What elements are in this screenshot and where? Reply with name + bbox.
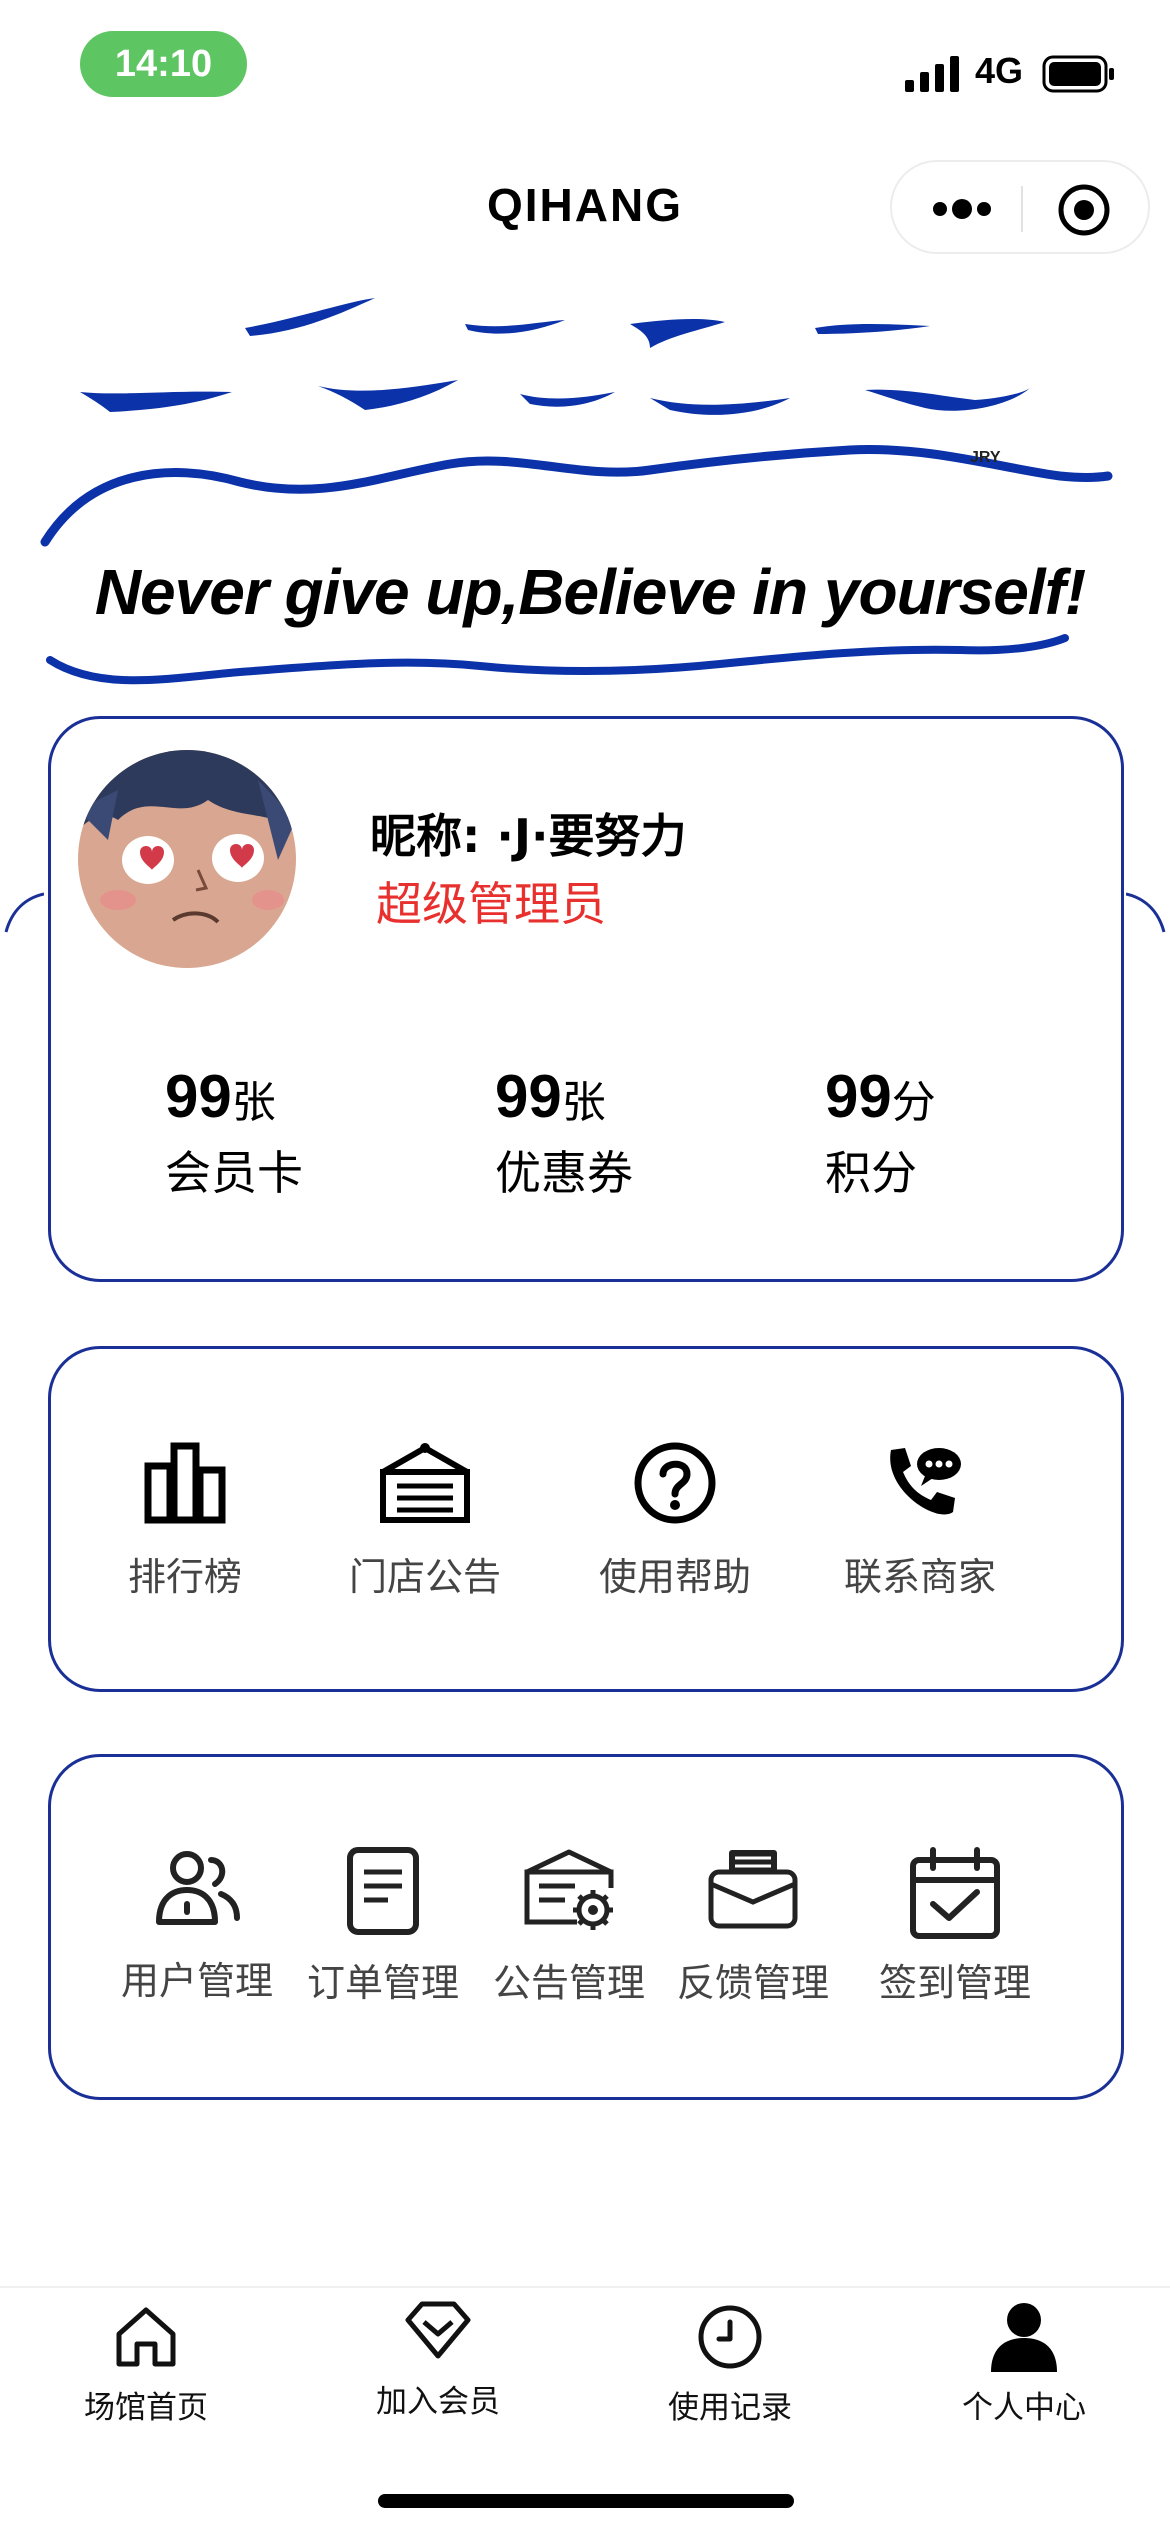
store-notice-button[interactable]: 门店公告: [340, 1440, 510, 1601]
nickname-value: ·J·要努力: [496, 809, 687, 863]
tab-personal-center[interactable]: 个人中心: [904, 2300, 1144, 2427]
notice-management-button[interactable]: 公告管理: [484, 1846, 654, 2007]
bar-chart-icon: [144, 1442, 226, 1524]
diamond-icon: [405, 2301, 471, 2359]
phone-chat-icon: [890, 1448, 961, 1515]
users-icon: [156, 1851, 240, 1925]
avatar[interactable]: [78, 750, 296, 968]
miniprogram-capsule: [890, 160, 1150, 254]
stat-membership-cards[interactable]: 99张 会员卡: [165, 1062, 303, 1203]
calendar-check-icon: [910, 1847, 1000, 1939]
person-icon: [991, 2303, 1057, 2372]
nickname: 昵称: ·J·要努力: [370, 800, 687, 866]
banner-motto: Never give up,Believe in yourself!: [94, 556, 1086, 628]
tab-label: 场馆首页: [84, 2390, 208, 2426]
stat-value: 99: [825, 1063, 892, 1130]
notice-board-icon: [380, 1443, 470, 1523]
notice-settings-icon: [524, 1849, 614, 1930]
tool-label: 反馈管理: [676, 1961, 829, 2005]
user-management-button[interactable]: 用户管理: [112, 1846, 282, 2005]
help-icon: [634, 1442, 716, 1524]
stat-label: 积分: [825, 1146, 917, 1200]
home-indicator: [378, 2494, 794, 2508]
tool-label: 排行榜: [127, 1555, 242, 1599]
tool-label: 使用帮助: [598, 1555, 751, 1599]
stat-label: 优惠券: [495, 1146, 633, 1200]
stat-value: 99: [165, 1063, 232, 1130]
ranking-button[interactable]: 排行榜: [105, 1440, 265, 1601]
network-type: 4G: [975, 50, 1024, 91]
stat-coupons[interactable]: 99张 优惠券: [495, 1062, 633, 1203]
tool-label: 门店公告: [348, 1555, 501, 1599]
status-time: 14:10: [80, 31, 247, 97]
tab-label: 使用记录: [668, 2390, 792, 2426]
inbox-icon: [708, 1850, 798, 1929]
signal-icon: [905, 56, 959, 92]
tool-label: 联系商家: [843, 1555, 996, 1599]
tool-label: 用户管理: [120, 1959, 273, 2003]
stat-unit: 张: [231, 1077, 276, 1128]
feedback-management-button[interactable]: 反馈管理: [668, 1846, 838, 2007]
tab-join-member[interactable]: 加入会员: [318, 2298, 558, 2421]
decorative-arc-right: [1126, 892, 1166, 933]
stat-unit: 分: [891, 1077, 936, 1128]
tool-label: 公告管理: [492, 1961, 645, 2005]
more-icon[interactable]: [930, 192, 994, 226]
document-icon: [347, 1847, 419, 1935]
tab-home[interactable]: 场馆首页: [26, 2302, 266, 2427]
tool-label: 订单管理: [306, 1961, 459, 2005]
stat-label: 会员卡: [165, 1146, 303, 1200]
stat-points[interactable]: 99分 积分: [825, 1062, 936, 1203]
close-miniprogram-icon[interactable]: [1056, 182, 1112, 238]
user-role: 超级管理员: [376, 877, 606, 931]
help-button[interactable]: 使用帮助: [590, 1440, 760, 1601]
banner-signature: JRY: [970, 449, 1001, 466]
home-icon: [116, 2307, 176, 2367]
battery-icon: [1042, 55, 1114, 93]
tool-label: 签到管理: [878, 1961, 1031, 2005]
tab-label: 个人中心: [962, 2390, 1086, 2426]
clock-icon: [698, 2305, 762, 2369]
order-management-button[interactable]: 订单管理: [298, 1846, 468, 2007]
tab-usage-records[interactable]: 使用记录: [610, 2302, 850, 2427]
checkin-management-button[interactable]: 签到管理: [870, 1846, 1040, 2007]
decorative-arc-left: [4, 892, 44, 933]
avatar-image: [78, 750, 296, 968]
capsule-divider: [1021, 186, 1023, 232]
stat-value: 99: [495, 1063, 562, 1130]
banner-waves: JRY: [40, 298, 1113, 685]
contact-merchant-button[interactable]: 联系商家: [835, 1440, 1005, 1601]
tab-label: 加入会员: [376, 2384, 500, 2420]
stat-unit: 张: [561, 1077, 606, 1128]
nickname-label: 昵称:: [370, 809, 481, 863]
